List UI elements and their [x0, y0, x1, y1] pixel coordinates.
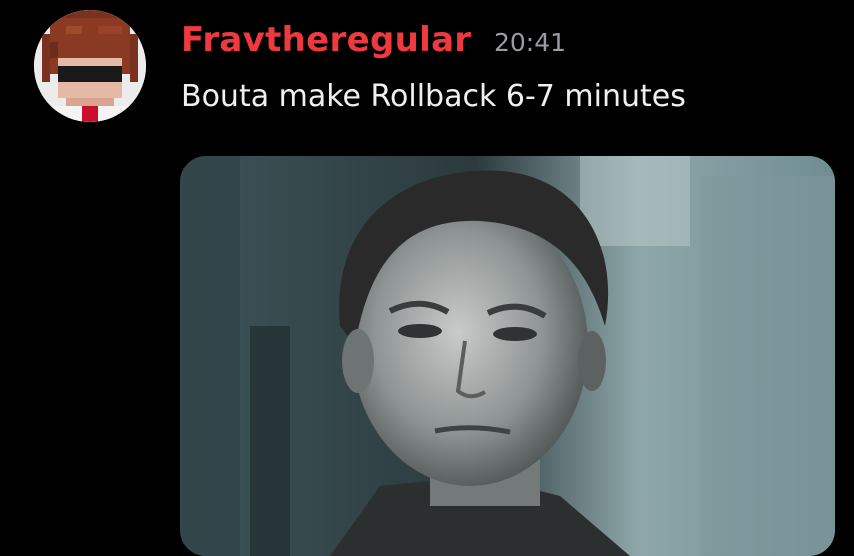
gif-attachment[interactable] — [180, 156, 835, 556]
gif-thumbnail-icon — [180, 156, 835, 556]
message-text: Bouta make Rollback 6-7 minutes — [181, 79, 686, 114]
user-avatar[interactable] — [34, 10, 146, 122]
author-name[interactable]: Fravtheregular — [181, 18, 471, 62]
message-timestamp: 20:41 — [494, 28, 567, 57]
pixel-art-avatar-icon — [34, 10, 146, 122]
chat-message: Fravtheregular 20:41 Bouta make Rollback… — [0, 0, 854, 556]
